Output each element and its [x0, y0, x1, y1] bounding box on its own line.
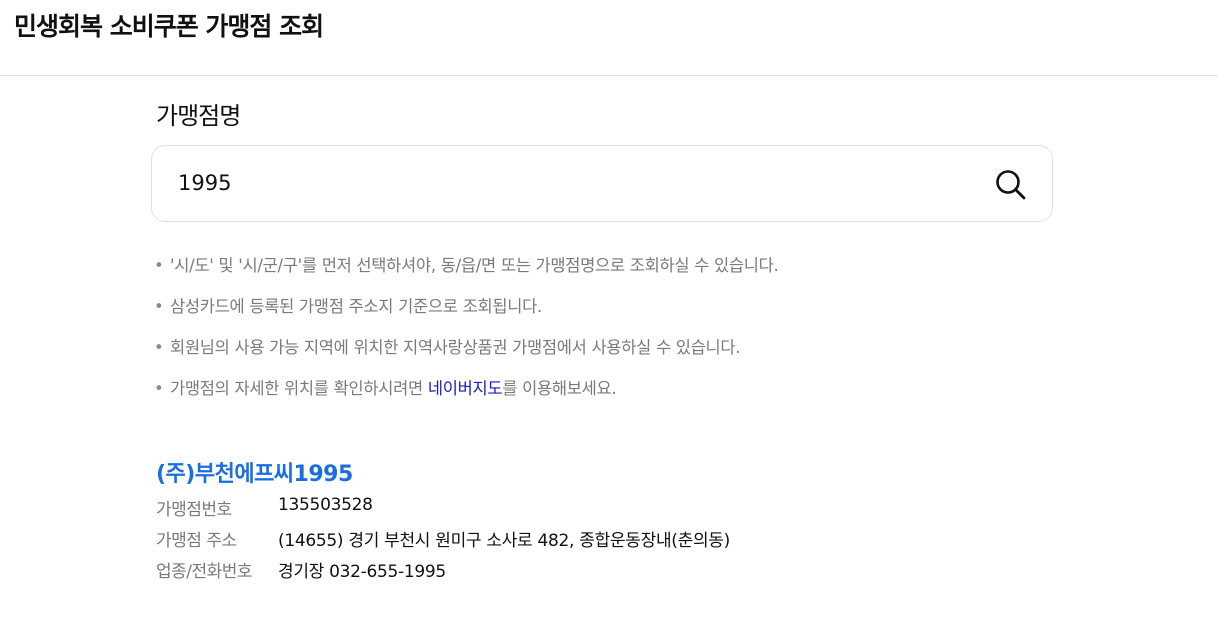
merchant-name-label: 가맹점명: [156, 102, 241, 130]
merchant-address-value: (14655) 경기 부천시 원미구 소사로 482, 종합운동장내(춘의동): [278, 531, 730, 551]
merchant-category-phone-row: 업종/전화번호 경기장 032-655-1995: [156, 557, 446, 588]
naver-map-link[interactable]: 네이버지도: [428, 379, 503, 398]
merchant-number-value: 135503528: [278, 495, 373, 515]
notice-text: 회원님의 사용 가능 지역에 위치한 지역사랑상품권 가맹점에서 사용하실 수 …: [170, 338, 741, 357]
search-button[interactable]: [994, 168, 1028, 202]
notice-item: • 가맹점의 자세한 위치를 확인하시려면 네이버지도를 이용해보세요.: [154, 375, 779, 416]
merchant-number-label: 가맹점번호: [156, 500, 232, 520]
merchant-address-row: 가맹점 주소 (14655) 경기 부천시 원미구 소사로 482, 종합운동장…: [156, 526, 730, 557]
notice-text-suffix: 를 이용해보세요.: [502, 379, 617, 398]
bullet: •: [154, 256, 164, 275]
notice-item: • '시/도' 및 '시/군/구'를 먼저 선택하셔야, 동/읍/면 또는 가맹점…: [154, 252, 779, 293]
notice-text: 삼성카드에 등록된 가맹점 주소지 기준으로 조회됩니다.: [170, 297, 542, 316]
notice-list: • '시/도' 및 '시/군/구'를 먼저 선택하셔야, 동/읍/면 또는 가맹점…: [154, 252, 779, 416]
merchant-category-phone-label: 업종/전화번호: [156, 562, 253, 582]
merchant-result: (주)부천에프씨1995 가맹점번호 135503528 가맹점 주소 (146…: [156, 456, 730, 588]
notice-text: '시/도' 및 '시/군/구'를 먼저 선택하셔야, 동/읍/면 또는 가맹점명…: [170, 256, 779, 275]
merchant-address-label: 가맹점 주소: [156, 531, 237, 551]
notice-text: 가맹점의 자세한 위치를 확인하시려면: [170, 379, 428, 398]
bullet: •: [154, 338, 164, 357]
merchant-category-phone-value: 경기장 032-655-1995: [278, 562, 446, 582]
bullet: •: [154, 297, 164, 316]
search-icon: [996, 170, 1026, 200]
merchant-number-row: 가맹점번호 135503528: [156, 495, 373, 526]
page-title: 민생회복 소비쿠폰 가맹점 조회: [14, 12, 324, 41]
notice-item: • 회원님의 사용 가능 지역에 위치한 지역사랑상품권 가맹점에서 사용하실 수…: [154, 334, 779, 375]
notice-item: • 삼성카드에 등록된 가맹점 주소지 기준으로 조회됩니다.: [154, 293, 779, 334]
merchant-search-input[interactable]: [178, 166, 958, 200]
page-header: 민생회복 소비쿠폰 가맹점 조회: [0, 0, 1218, 76]
search-box: [151, 145, 1053, 222]
merchant-name-link[interactable]: (주)부천에프씨1995: [156, 456, 353, 488]
bullet: •: [154, 379, 164, 398]
